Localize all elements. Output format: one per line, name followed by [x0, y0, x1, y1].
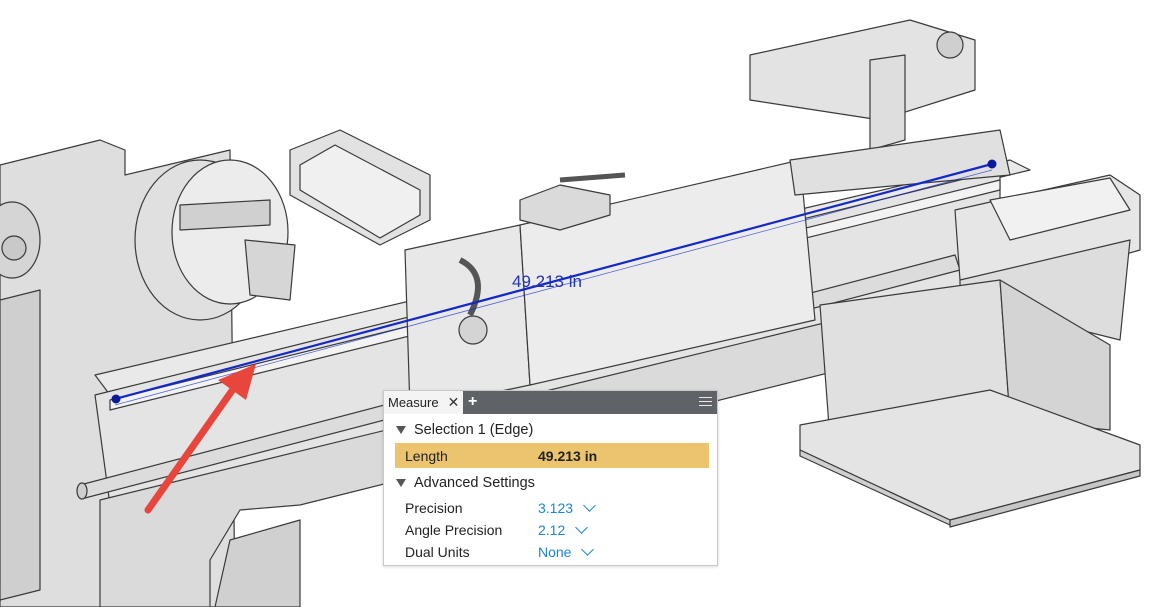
angle-precision-label: Angle Precision — [405, 522, 503, 538]
advanced-settings-header[interactable]: Advanced Settings — [396, 475, 535, 491]
dual-units-dropdown[interactable]: None — [538, 543, 595, 560]
dual-units-value: None — [538, 544, 572, 560]
angle-precision-value: 2.12 — [538, 522, 566, 538]
dual-units-label: Dual Units — [405, 544, 470, 560]
selection-title: Selection 1 (Edge) — [414, 422, 534, 438]
edge-start-point[interactable] — [111, 394, 121, 404]
plus-icon[interactable]: + — [468, 393, 477, 411]
chevron-down-icon — [581, 543, 595, 556]
panel-tabbar: Measure ✕ + — [384, 391, 717, 414]
chevron-down-icon — [583, 499, 596, 512]
selection-section-header[interactable]: Selection 1 (Edge) — [396, 422, 533, 438]
measure-panel: Measure ✕ + Selection 1 (Edge) Length 49… — [383, 390, 718, 566]
angle-precision-dropdown[interactable]: 2.12 — [538, 521, 589, 538]
length-label: Length — [405, 447, 448, 464]
edge-end-point[interactable] — [987, 159, 997, 169]
chevron-down-icon — [575, 521, 589, 534]
collapse-triangle-icon — [396, 479, 406, 487]
dimension-label: 49.213 in — [512, 272, 582, 291]
precision-value: 3.123 — [538, 500, 574, 516]
length-row[interactable]: Length 49.213 in — [395, 443, 709, 468]
collapse-triangle-icon — [396, 426, 406, 434]
tab-title: Measure — [388, 395, 439, 410]
precision-dropdown[interactable]: 3.123 — [538, 499, 596, 516]
precision-label: Precision — [405, 500, 463, 516]
close-icon[interactable]: ✕ — [448, 394, 460, 411]
hamburger-menu-icon[interactable] — [699, 397, 712, 408]
length-value: 49.213 in — [538, 447, 598, 464]
advanced-title: Advanced Settings — [414, 475, 535, 491]
tab-measure[interactable]: Measure ✕ — [384, 391, 463, 414]
